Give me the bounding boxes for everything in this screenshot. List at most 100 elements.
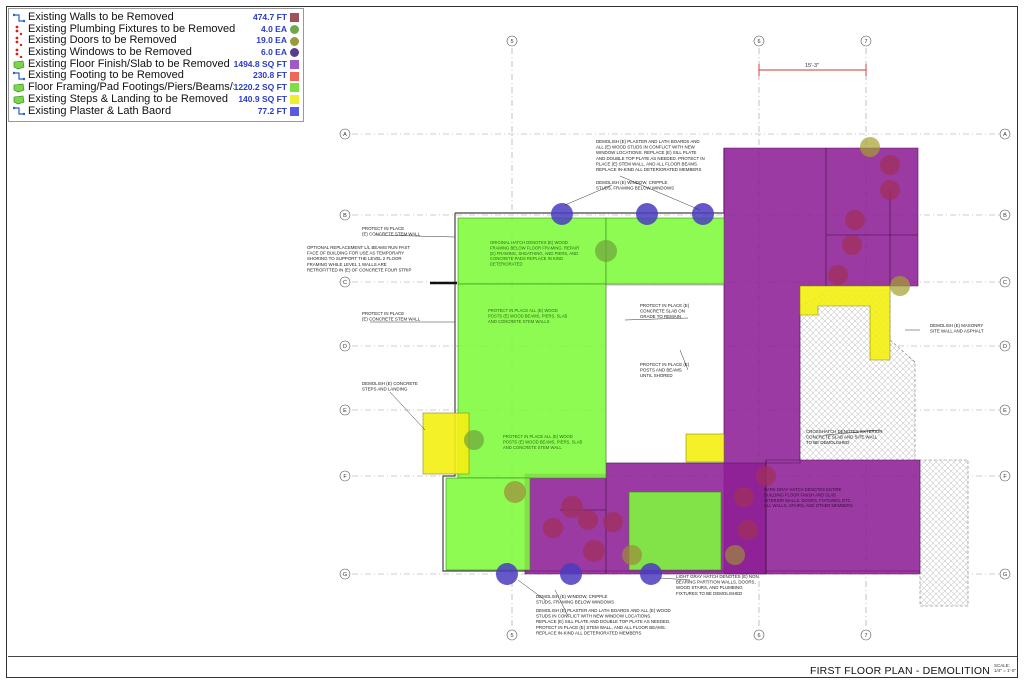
point-dots-icon	[13, 36, 25, 47]
legend-panel: Existing Walls to be Removed 474.7 FT Exis…	[8, 8, 304, 122]
area-note: POSTS (E) WOOD BEAMS, PIERS, SLAB	[503, 439, 583, 444]
area-shape-icon	[13, 95, 25, 105]
legend-color-swatch	[290, 36, 299, 46]
annotation-note: DEMOLISH (E) WINDOW, CRIPPLE	[596, 180, 668, 185]
legend-label: Existing Floor Finish/Slab to be Removed	[28, 58, 230, 70]
legend-item[interactable]: Existing Doors to be Removed 19.0 EA	[13, 35, 299, 47]
area-note: ORIGINAL HATCH DENOTES (E) WOOD	[490, 240, 568, 245]
wall-line-icon	[12, 106, 26, 116]
annotation-note: STUDS, FRAMING BELOW WINDOWS	[596, 186, 674, 191]
annotation-note: DEMOLISH (E) CONCRETE	[362, 381, 418, 386]
legend-quantity: 140.9 SQ FT	[238, 93, 287, 104]
grid-bubble-label: 6	[757, 39, 760, 45]
legend-item[interactable]: Existing Footing to be Removed 230.8 FT	[12, 70, 299, 82]
legend-color-swatch	[290, 25, 299, 35]
grid-bubble-label: C	[1003, 280, 1007, 286]
area-shape-icon	[13, 83, 25, 93]
grid-bubble-label: 5	[510, 633, 513, 639]
area-note: PROTECT IN PLACE ALL (E) WOOD	[488, 308, 558, 313]
wall-line-icon	[12, 13, 26, 23]
grid-bubble-label: 5	[510, 39, 513, 45]
point-dots-icon	[13, 25, 25, 35]
area-note: AND CONCRETE STEM WALLS	[488, 319, 550, 324]
grid-bubble-label: D	[1003, 344, 1007, 350]
annotation-note: SITE WALL AND ASPHALT	[930, 329, 984, 334]
annotation-note: (E) CONCRETE STEM WALL	[362, 317, 421, 322]
annotation-note: LIGHT GRAY HATCH DENOTES (E) NON	[676, 574, 759, 579]
legend-quantity: 6.0 EA	[261, 47, 287, 58]
annotation-note: POSTS AND BEAMS	[640, 368, 682, 373]
legend-label: Floor Framing/Pad Footings/Piers/Beams/S…	[28, 82, 234, 94]
legend-quantity: 77.2 FT	[257, 105, 287, 116]
annotation-note: AND DOUBLE TOP PLATE AS NEEDED. PROTECT …	[596, 156, 705, 161]
legend-label: Existing Doors to be Removed	[28, 35, 177, 47]
annotation-note: STUDS IN CONFLICT WITH NEW WINDOW LOCATI…	[536, 614, 651, 619]
grid-bubble-label: D	[343, 344, 347, 350]
area-note: (E) FRAMING, SHEATHING, AND PIERS, AND	[490, 251, 578, 256]
legend-item[interactable]: Existing Floor Finish/Slab to be Removed…	[13, 59, 299, 71]
annotation-note: SHORING TO SUPPORT THE LEVEL 2 FLOOR	[307, 256, 402, 261]
area-note: DETERIORATED	[490, 262, 523, 267]
annotation-note: PLACE (E) STEM WALL, AND ALL FLOOR BEAMS…	[596, 161, 698, 166]
annotation-note: GRADE TO REMAIN	[640, 314, 681, 319]
legend-item[interactable]: Existing Walls to be Removed 474.7 FT	[12, 12, 299, 24]
legend-color-swatch	[290, 13, 299, 23]
annotation-note: STEPS AND LANDING	[362, 387, 408, 392]
legend-color-swatch	[290, 48, 299, 58]
annotation-note: FRAMING WHILE LEVEL 1 WALLS ARE	[307, 262, 387, 267]
annotation-note: CROSSHATCH DENOTES EXTERIOR	[806, 429, 883, 434]
annotation-note: CONCRETE SLAB ON	[640, 309, 685, 314]
annotation-note: WINDOW LOCATIONS. REPLACE (E) SILL PLATE	[596, 150, 697, 155]
point-dots-icon	[13, 48, 25, 59]
legend-label: Existing Plumbing Fixtures to be Removed	[28, 23, 236, 35]
legend-item[interactable]: Existing Steps & Landing to be Removed 14…	[13, 94, 299, 106]
grid-bubble-label: E	[1003, 408, 1007, 414]
legend-quantity: 230.8 FT	[252, 70, 287, 81]
annotation-note: FIXTURES TO BE DEMOLISHED	[676, 591, 742, 596]
annotation-note: REPLACE (E) SILL PLATE AND DOUBLE TOP PL…	[536, 619, 670, 624]
annotation-note: BEARING PARTITION WALLS, DOORS,	[676, 580, 756, 585]
area-note: CONCRETE PADS REPLACE IN KIND	[490, 256, 563, 261]
legend-quantity: 1494.8 SQ FT	[233, 58, 287, 69]
grid-bubble-label: 6	[757, 633, 760, 639]
grid-bubble-label: A	[343, 132, 347, 138]
legend-quantity: 19.0 EA	[256, 35, 287, 46]
legend-quantity: 4.0 EA	[261, 23, 287, 34]
annotation-note: RETROFITTED IN (E) OF CONCRETE FOUR STRI…	[307, 267, 411, 272]
area-note: POSTS (E) WOOD BEAMS, PIERS, SLAB	[488, 313, 568, 318]
grid-bubble-label: C	[343, 280, 347, 286]
legend-color-swatch	[290, 95, 299, 105]
annotation-note: PROTECT IN PLACE	[362, 226, 404, 231]
area-note: DARK GRAY HATCH DENOTES ENTIRE	[764, 487, 842, 492]
grid-bubble-label: B	[1003, 213, 1007, 219]
dimension-label: 15'-3"	[805, 63, 819, 69]
annotation-note: REPLACE IN-KIND ALL DETERIORATED MEMBERS	[536, 630, 641, 635]
grid-bubble-label: G	[1003, 572, 1007, 578]
area-note: PROTECT IN PLACE ALL (E) WOOD	[503, 434, 573, 439]
area-note: FRAMING BELOW FLOOR FRAMING. REPAIR	[490, 245, 579, 250]
annotation-note: FACE OF BUILDING FOR USE AS TEMPORARY	[307, 251, 404, 256]
legend-item[interactable]: Existing Plaster & Lath Baord 77.2 FT	[12, 105, 299, 118]
legend-color-swatch	[290, 60, 299, 70]
annotation-note: TO BE DEMOLISHED	[806, 440, 849, 445]
area-note: ALL WALLS, STAIRS, AND OTHER MEMBERS	[764, 503, 853, 508]
annotation-note: CONCRETE SLAB AND SITE WALL	[806, 435, 878, 440]
annotation-note: DEMOLISH (E) MASONRY	[930, 323, 983, 328]
area-shape-icon	[13, 60, 25, 70]
legend-color-swatch	[290, 106, 299, 116]
annotation-note: DEMOLISH (E) WINDOW, CRIPPLE	[536, 594, 608, 599]
grid-bubble-label: B	[343, 213, 347, 219]
legend-label: Existing Steps & Landing to be Removed	[28, 93, 228, 105]
annotation-note: PROTECT IN PLACE (E) STEM WALL, AND ALL …	[536, 625, 666, 630]
legend-item[interactable]: Existing Windows to be Removed 6.0 EA	[13, 47, 299, 59]
grid-bubble-label: 7	[864, 633, 867, 639]
annotation-note: DEMOLISH (E) PLASTER AND LATH BOARDS AND	[596, 139, 700, 144]
annotation-note: REPLACE IN-KIND ALL DETERIORATED MEMBERS	[596, 167, 701, 172]
legend-item[interactable]: Floor Framing/Pad Footings/Piers/Beams/S…	[13, 82, 299, 94]
annotation-note: OPTIONAL REPLACEMENT L/L BEAMS RUN PAST	[307, 245, 410, 250]
area-note: INTERIOR WALLS, DOORS, FIXTURES, ETC.	[764, 498, 852, 503]
annotation-note: UNTIL SHORED	[640, 373, 673, 378]
annotation-note: WOOD STAIRS, AND PLUMBING	[676, 585, 743, 590]
annotation-note: STUDS, FRAMING BELOW WINDOWS	[536, 600, 614, 605]
legend-item[interactable]: Existing Plumbing Fixtures to be Removed…	[13, 24, 299, 36]
